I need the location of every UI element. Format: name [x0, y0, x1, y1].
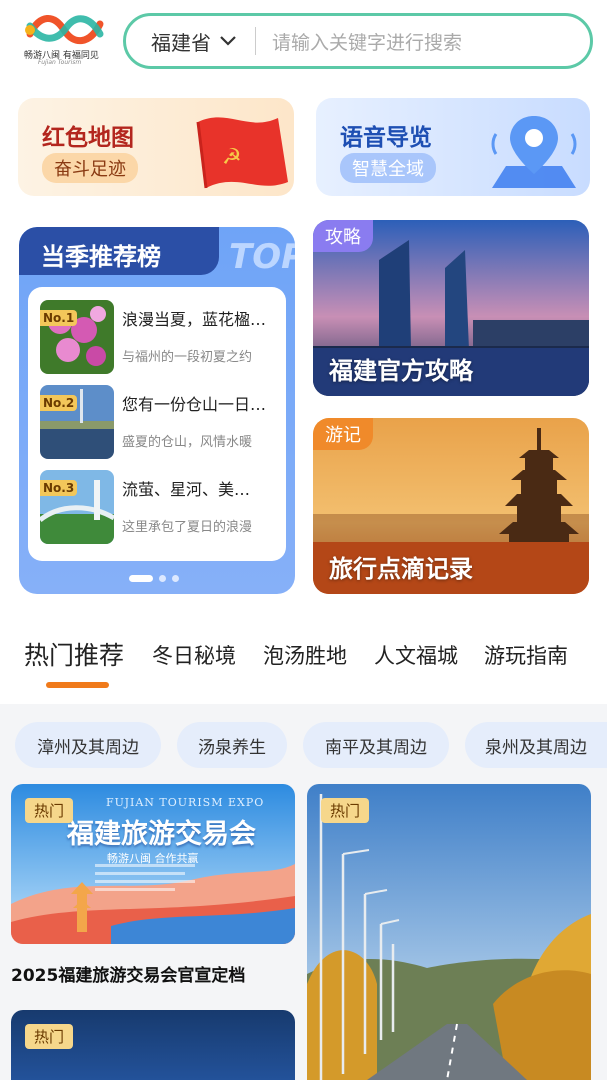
- region-label: 福建省: [151, 30, 211, 55]
- travelogue-card[interactable]: 游记 旅行点滴记录: [313, 418, 589, 594]
- red-map-title: 红色地图: [42, 125, 134, 151]
- ranking-header: 当季推荐榜: [19, 227, 219, 275]
- ranking-item-desc: 与福州的一段初夏之约: [122, 350, 253, 365]
- chip-quanzhou[interactable]: 泉州及其周边: [465, 722, 607, 768]
- feed-card-road[interactable]: 热门: [307, 784, 591, 1080]
- audio-guide-title: 语音导览: [340, 125, 432, 151]
- poster-slogan: 畅游八闽 合作共赢: [107, 852, 199, 865]
- red-map-subtitle: 奋斗足迹: [42, 153, 138, 183]
- ranking-title: 当季推荐榜: [41, 243, 161, 271]
- party-flag-icon: ☭: [196, 117, 288, 189]
- rank-number: No.3: [40, 480, 78, 496]
- ranking-item-image: No.1: [40, 300, 114, 374]
- tab-culture[interactable]: 人文福城: [374, 640, 458, 670]
- audio-guide-subtitle: 智慧全域: [340, 153, 436, 183]
- search-bar[interactable]: 福建省 请输入关键字进行搜索: [123, 13, 593, 69]
- poster-title: 福建旅游交易会: [67, 819, 256, 850]
- ranking-item-2[interactable]: No.2 您有一份仓山一日… 盛夏的仓山，风情水暖: [40, 385, 280, 461]
- chip-nanping[interactable]: 南平及其周边: [303, 722, 449, 768]
- logo-subtitle: Fujian Tourism: [38, 59, 82, 66]
- hot-badge: 热门: [25, 1024, 74, 1049]
- ginkgo-road-image: [307, 784, 591, 1080]
- search-input[interactable]: 请输入关键字进行搜索: [272, 28, 462, 55]
- svg-text:☭: ☭: [222, 145, 242, 170]
- ranking-list: No.1 浪漫当夏，蓝花楹… 与福州的一段初夏之约 No.2 您有一份仓山一日……: [28, 287, 286, 561]
- carousel-indicator: [129, 575, 179, 582]
- hot-badge: 热门: [321, 798, 370, 823]
- tab-hot[interactable]: 热门推荐: [24, 636, 124, 672]
- tab-hot-spring[interactable]: 泡汤胜地: [263, 640, 347, 670]
- tab-guide[interactable]: 游玩指南: [484, 640, 568, 670]
- chip-hot-spring[interactable]: 汤泉养生: [177, 722, 287, 768]
- ranking-item-image: No.2: [40, 385, 114, 459]
- ranking-item-image: No.3: [40, 470, 114, 544]
- location-pin-icon: [491, 116, 577, 188]
- top-badge: TOP: [229, 237, 295, 277]
- category-tabs: 热门推荐 冬日秘境 泡汤胜地 人文福城 游玩指南: [0, 636, 607, 696]
- region-selector[interactable]: 福建省: [151, 27, 237, 56]
- official-guide-card[interactable]: 攻略 福建官方攻略: [313, 220, 589, 396]
- feed-card-expo[interactable]: FUJIAN TOURISM EXPO 福建旅游交易会 畅游八闽 合作共赢 热门: [11, 784, 295, 944]
- guide-title: 福建官方攻略: [329, 357, 473, 385]
- rank-number: No.2: [40, 395, 78, 411]
- ranking-item-1[interactable]: No.1 浪漫当夏，蓝花楹… 与福州的一段初夏之约: [40, 300, 280, 376]
- carousel-dot-active: [129, 575, 153, 582]
- poster-english-title: FUJIAN TOURISM EXPO: [106, 796, 265, 809]
- red-map-card[interactable]: 红色地图 奋斗足迹 ☭: [18, 98, 294, 196]
- hot-badge: 热门: [25, 798, 74, 823]
- travelogue-title: 旅行点滴记录: [329, 555, 473, 583]
- rank-number: No.1: [40, 310, 78, 326]
- chip-zhangzhou[interactable]: 漳州及其周边: [15, 722, 161, 768]
- carousel-dot: [159, 575, 166, 582]
- fujian-tourism-logo: 畅游八闽 有福同见 Fujian Tourism: [20, 12, 110, 70]
- ranking-item-title: 浪漫当夏，蓝花楹…: [122, 310, 267, 329]
- ranking-item-title: 流萤、星河、美…: [122, 480, 251, 499]
- travelogue-tag: 游记: [313, 418, 373, 450]
- ranking-item-title: 您有一份仓山一日…: [122, 395, 267, 414]
- active-tab-indicator: [46, 682, 109, 688]
- feed-card-night[interactable]: 热门: [11, 1010, 295, 1080]
- carousel-dot: [172, 575, 179, 582]
- guide-tag: 攻略: [313, 220, 373, 252]
- seasonal-ranking-panel[interactable]: 当季推荐榜 TOP No.1 浪漫当夏，蓝花楹… 与福州的一段初夏之约 No.2…: [19, 227, 295, 594]
- tab-winter[interactable]: 冬日秘境: [152, 640, 236, 670]
- ranking-item-desc: 盛夏的仓山，风情水暖: [122, 435, 253, 450]
- audio-guide-card[interactable]: 语音导览 智慧全域: [316, 98, 590, 196]
- ranking-item-3[interactable]: No.3 流萤、星河、美… 这里承包了夏日的浪漫: [40, 470, 280, 546]
- ranking-item-desc: 这里承包了夏日的浪漫: [122, 520, 253, 535]
- chevron-down-icon: [220, 36, 236, 46]
- search-divider: [255, 27, 256, 55]
- feed-card-title[interactable]: 2025福建旅游交易会官宣定档: [11, 961, 245, 986]
